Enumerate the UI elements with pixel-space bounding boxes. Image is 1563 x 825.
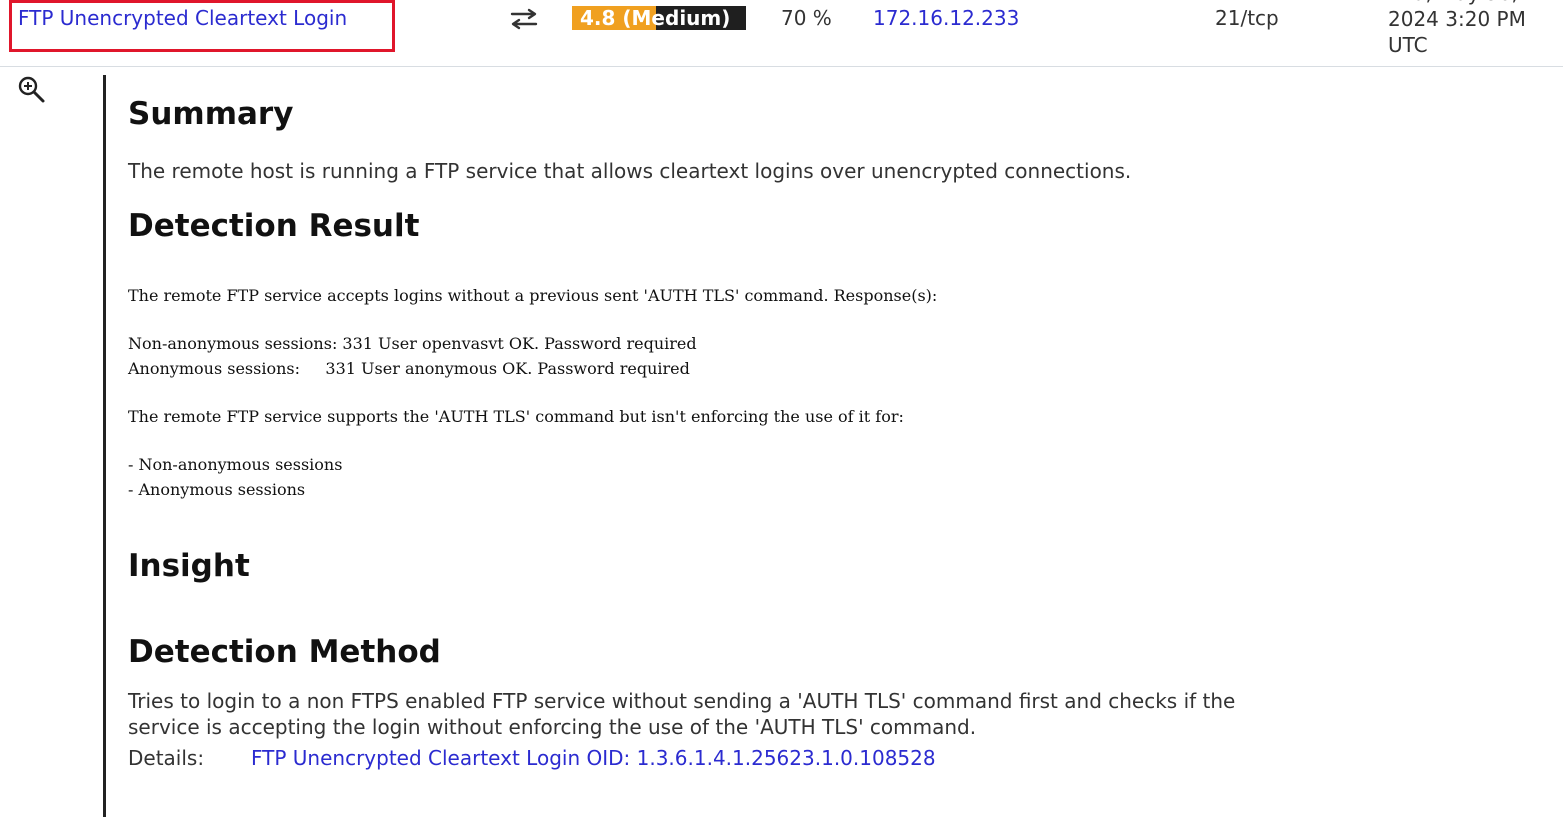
detection-method-text: Tries to login to a non FTPS enabled FTP… <box>128 688 1236 739</box>
insight-heading: Insight <box>128 547 250 584</box>
detection-method-heading: Detection Method <box>128 633 441 670</box>
summary-heading: Summary <box>128 96 294 132</box>
qod-value: 70 % <box>781 6 832 30</box>
vulnerability-name-link[interactable]: FTP Unencrypted Cleartext Login <box>18 6 347 30</box>
detail-left-border <box>103 75 106 817</box>
detection-result-text: The remote FTP service accepts logins wi… <box>128 286 938 499</box>
host-ip-link[interactable]: 172.16.12.233 <box>873 6 1019 30</box>
summary-text: The remote host is running a FTP service… <box>128 159 1132 183</box>
detection-result-heading: Detection Result <box>128 208 420 244</box>
details-label: Details: <box>128 745 205 770</box>
trend-arrows-icon <box>510 8 538 30</box>
created-timestamp: Thu, May 30, 2024 3:20 PM UTC <box>1388 0 1526 57</box>
severity-bar: 4.8 (Medium) <box>572 6 746 30</box>
details-line: Details: FTP Unencrypted Cleartext Login … <box>128 746 1528 770</box>
zoom-in-icon[interactable] <box>16 74 46 104</box>
severity-label: 4.8 (Medium) <box>580 6 731 30</box>
result-row[interactable]: FTP Unencrypted Cleartext Login 4.8 (Med… <box>0 0 1563 67</box>
location-port: 21/tcp <box>1215 6 1279 30</box>
nvt-oid-link[interactable]: FTP Unencrypted Cleartext Login OID: 1.3… <box>251 746 936 770</box>
result-details: Summary The remote host is running a FTP… <box>128 96 1528 770</box>
